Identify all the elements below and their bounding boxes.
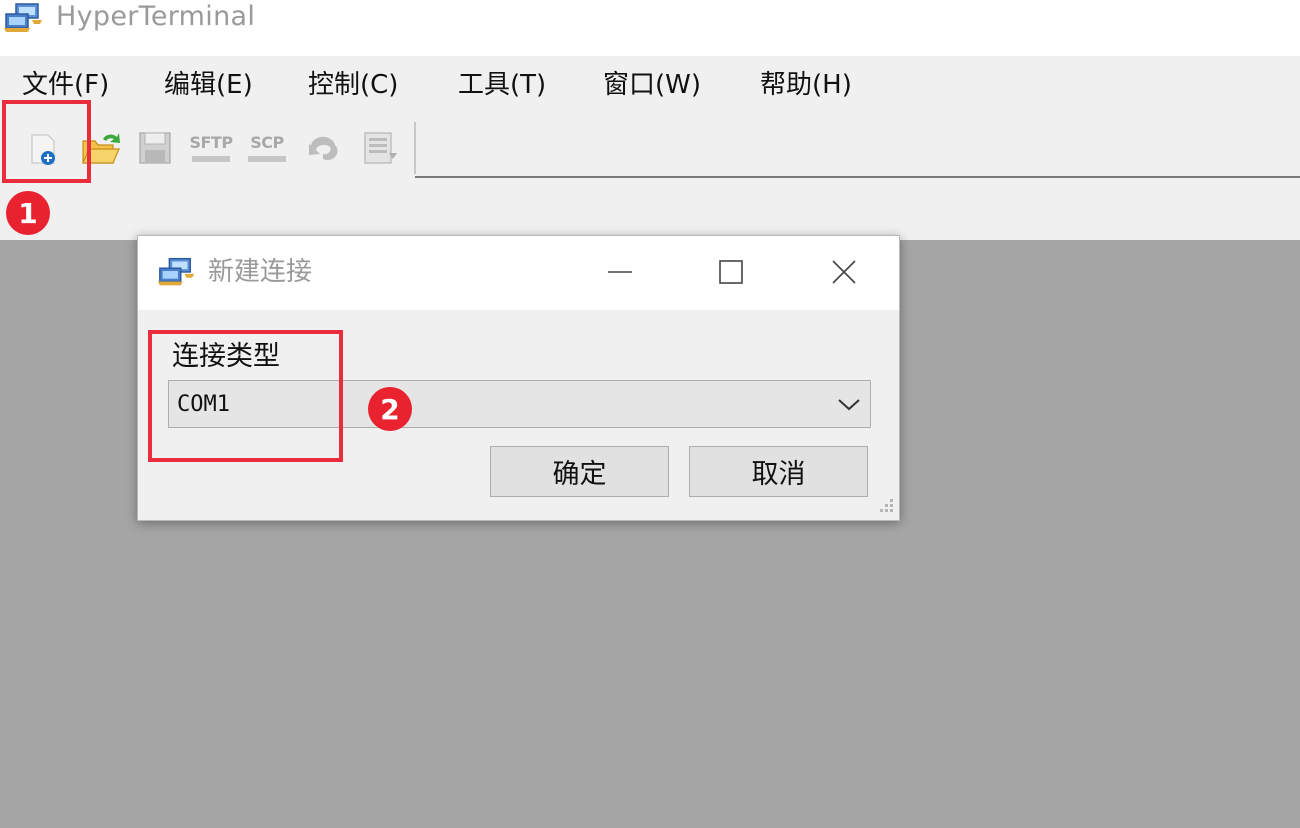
sftp-label: SFTP bbox=[189, 132, 233, 152]
menu-help[interactable]: 帮助(H) bbox=[760, 68, 852, 102]
step-badge-1: 1 bbox=[6, 191, 50, 235]
menu-bar: 文件(F) 编辑(E) 控制(C) 工具(T) 窗口(W) 帮助(H) bbox=[0, 56, 1300, 114]
dialog-titlebar: 新建连接 bbox=[138, 236, 899, 310]
app-title: HyperTerminal bbox=[56, 1, 256, 32]
scp-button[interactable]: SCP bbox=[245, 122, 289, 172]
highlight-box-1 bbox=[2, 100, 91, 183]
maximize-button[interactable] bbox=[709, 250, 753, 294]
sftp-button[interactable]: SFTP bbox=[189, 122, 233, 172]
properties-button[interactable] bbox=[358, 122, 402, 172]
minimize-icon bbox=[608, 271, 632, 273]
resize-grip-icon[interactable] bbox=[874, 495, 896, 517]
ok-button[interactable]: 确定 bbox=[490, 446, 669, 497]
maximize-icon bbox=[719, 260, 743, 284]
sftp-icon: SFTP bbox=[189, 132, 233, 162]
dialog-title: 新建连接 bbox=[208, 257, 313, 287]
toolbar-separator bbox=[414, 122, 416, 174]
menu-window[interactable]: 窗口(W) bbox=[603, 68, 701, 102]
save-icon bbox=[139, 132, 171, 164]
step-badge-2: 2 bbox=[368, 387, 412, 431]
undo-button[interactable] bbox=[301, 122, 345, 172]
highlight-box-2 bbox=[148, 330, 343, 462]
scp-label: SCP bbox=[250, 132, 284, 152]
hyperterminal-app-icon bbox=[4, 3, 42, 32]
chevron-down-icon bbox=[838, 399, 860, 411]
scp-icon: SCP bbox=[248, 133, 286, 162]
menu-file[interactable]: 文件(F) bbox=[22, 68, 109, 102]
window-titlebar: HyperTerminal bbox=[0, 0, 1300, 56]
dialog-app-icon bbox=[157, 257, 195, 286]
menu-edit[interactable]: 编辑(E) bbox=[164, 68, 253, 102]
undo-icon bbox=[309, 136, 338, 160]
close-icon bbox=[832, 260, 856, 284]
cancel-button[interactable]: 取消 bbox=[689, 446, 868, 497]
properties-icon bbox=[364, 132, 397, 164]
minimize-button[interactable] bbox=[598, 250, 642, 294]
close-button[interactable] bbox=[822, 250, 866, 294]
save-button[interactable] bbox=[132, 122, 176, 172]
tab-band bbox=[0, 178, 1300, 240]
menu-tools[interactable]: 工具(T) bbox=[458, 68, 546, 102]
menu-control[interactable]: 控制(C) bbox=[308, 68, 398, 102]
